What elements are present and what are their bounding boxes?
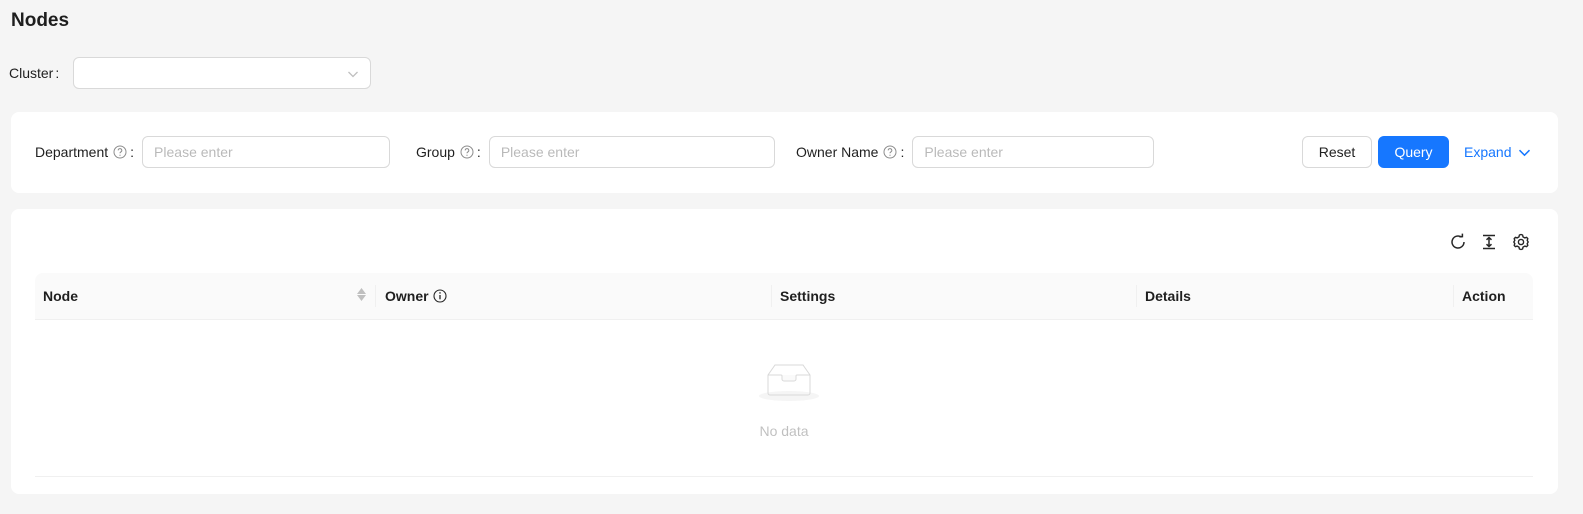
empty-text: No data (759, 423, 809, 439)
chevron-down-icon (1518, 146, 1531, 159)
cluster-filter: Cluster: (9, 57, 372, 89)
page-title: Nodes (11, 10, 70, 31)
question-circle-icon (460, 145, 474, 159)
group-field: Group : (416, 136, 775, 168)
setting-icon[interactable] (1511, 232, 1531, 252)
reset-button[interactable]: Reset (1302, 136, 1372, 168)
owner-name-input[interactable] (912, 136, 1155, 168)
empty-inbox-icon (757, 360, 821, 405)
column-header-details: Details (1145, 288, 1191, 304)
search-form: Department : Group : Owner Name : Reset … (11, 112, 1558, 193)
table-card: Node Owner Settings Details Action No da… (11, 209, 1558, 494)
column-divider (1136, 285, 1137, 307)
question-circle-icon (113, 145, 127, 159)
column-header-node[interactable]: Node (43, 273, 78, 319)
department-input[interactable] (142, 136, 391, 168)
owner-name-label: Owner Name (796, 144, 879, 160)
cluster-select[interactable] (73, 57, 372, 89)
department-label: Department (35, 144, 109, 160)
group-label: Group (416, 144, 455, 160)
info-circle-icon (433, 289, 447, 303)
chevron-down-icon (347, 67, 359, 83)
table-header: Node Owner Settings Details Action (35, 273, 1533, 320)
column-divider (771, 285, 772, 307)
column-header-action: Action (1462, 288, 1506, 304)
question-circle-icon (883, 145, 897, 159)
table-empty-state: No data (35, 320, 1533, 477)
column-divider (1453, 285, 1454, 307)
column-header-settings: Settings (780, 288, 836, 304)
owner-name-field: Owner Name : (796, 136, 1155, 168)
query-button[interactable]: Query (1378, 136, 1449, 168)
group-input[interactable] (488, 136, 775, 168)
department-field: Department : (35, 136, 391, 168)
cluster-label: Cluster: (9, 65, 60, 81)
sort-caret-icon[interactable] (357, 288, 366, 301)
column-header-owner: Owner (385, 273, 447, 319)
column-height-icon[interactable] (1479, 232, 1499, 252)
expand-label: Expand (1464, 144, 1512, 160)
reload-icon[interactable] (1448, 232, 1468, 252)
expand-toggle[interactable]: Expand (1464, 136, 1531, 168)
column-divider (375, 285, 376, 307)
